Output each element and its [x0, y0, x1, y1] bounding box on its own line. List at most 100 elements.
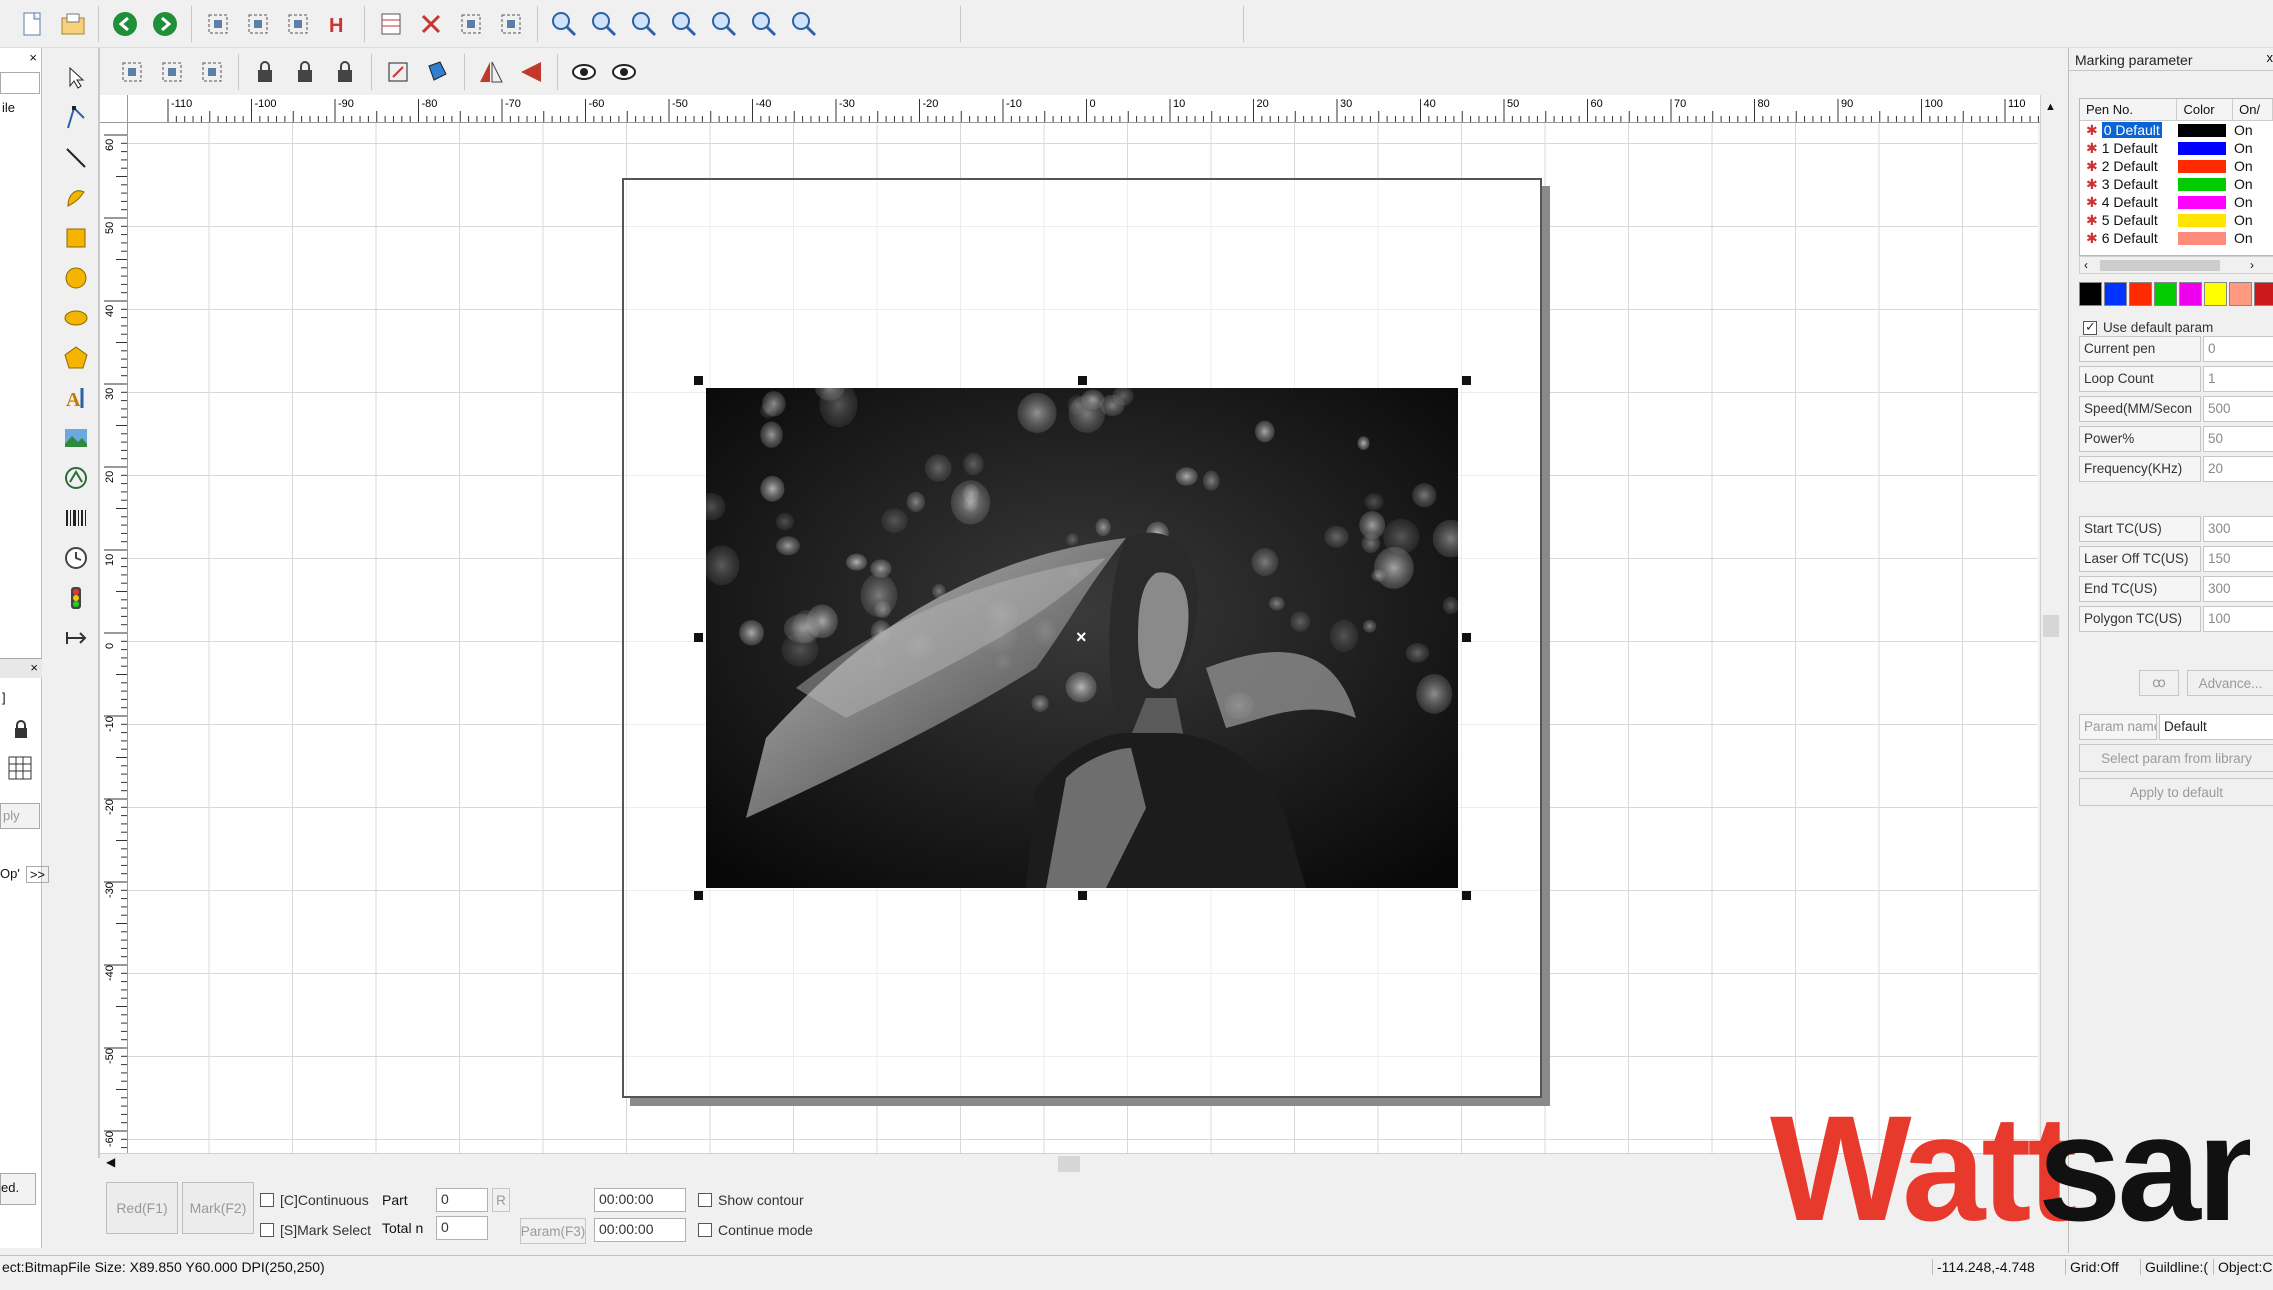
show-contour-checkbox[interactable]: Show contour	[698, 1192, 804, 1208]
mirror-v-button[interactable]	[513, 54, 549, 90]
resize-handle-sw[interactable]	[694, 891, 703, 900]
lock-button[interactable]	[247, 54, 283, 90]
total-field[interactable]: 0	[436, 1216, 488, 1240]
param-value-field[interactable]: 500	[2203, 396, 2273, 422]
continuous-checkbox[interactable]: [C]Continuous	[260, 1192, 369, 1208]
param-button[interactable]: Param(F3)	[520, 1218, 586, 1244]
param-value-field[interactable]: 1	[2203, 366, 2273, 392]
horizontal-scroll-thumb[interactable]	[1058, 1156, 1080, 1172]
zoom-in-2-button[interactable]	[626, 6, 662, 42]
back-button[interactable]	[107, 6, 143, 42]
part-field[interactable]: 0	[436, 1188, 488, 1212]
resize-handle-s[interactable]	[1078, 891, 1087, 900]
pen-row[interactable]: ✱ 3 Default On	[2080, 175, 2273, 193]
group-button[interactable]	[114, 54, 150, 90]
timer-button[interactable]	[58, 540, 94, 576]
loop-icon-button[interactable]: ꝏ	[2139, 670, 2179, 696]
mirror-h-button[interactable]	[473, 54, 509, 90]
pen-row[interactable]: ✱ 0 Default On	[2080, 121, 2273, 139]
polygon-button[interactable]	[58, 340, 94, 376]
resize-handle-se[interactable]	[1462, 891, 1471, 900]
more-button[interactable]: >>	[25, 866, 50, 883]
hatch-button[interactable]	[373, 6, 409, 42]
panel-close-icon-2[interactable]: ×	[30, 660, 38, 675]
color-swatch[interactable]	[2154, 282, 2177, 306]
open-file-button[interactable]	[54, 6, 90, 42]
status-guideline[interactable]: Guildline:(	[2140, 1259, 2208, 1275]
text-button[interactable]: A	[58, 380, 94, 416]
apply-button[interactable]: ply	[0, 803, 40, 829]
preview-2-button[interactable]	[606, 54, 642, 90]
pen-row[interactable]: ✱ 1 Default On	[2080, 139, 2273, 157]
param-value-field[interactable]: 300	[2203, 576, 2273, 602]
use-default-param-checkbox[interactable]: ✓ Use default param	[2083, 319, 2213, 335]
horizontal-scrollbar[interactable]: ◀	[100, 1153, 2040, 1173]
zoom-selection-button[interactable]	[786, 6, 822, 42]
array-button[interactable]	[453, 6, 489, 42]
resize-handle-ne[interactable]	[1462, 376, 1471, 385]
param-value-field[interactable]: 300	[2203, 516, 2273, 542]
vertical-scrollbar[interactable]: ▲	[2040, 95, 2060, 1160]
weld-button[interactable]: H	[320, 6, 356, 42]
zoom-button[interactable]	[546, 6, 582, 42]
io-light-button[interactable]	[58, 580, 94, 616]
trim-button[interactable]	[413, 6, 449, 42]
forward-button[interactable]	[147, 6, 183, 42]
continue-mode-checkbox[interactable]: Continue mode	[698, 1222, 813, 1238]
status-grid[interactable]: Grid:Off	[2065, 1259, 2119, 1275]
resize-handle-nw[interactable]	[694, 376, 703, 385]
zoom-all-button[interactable]	[746, 6, 782, 42]
color-swatch[interactable]	[2129, 282, 2152, 306]
pen-list-hscroll[interactable]: ‹ ›	[2079, 256, 2273, 274]
mark-select-checkbox[interactable]: [S]Mark Select	[260, 1222, 371, 1238]
zoom-in-button[interactable]	[586, 6, 622, 42]
rectangle-button[interactable]	[58, 220, 94, 256]
zoom-fit-button[interactable]	[706, 6, 742, 42]
color-swatch[interactable]	[2179, 282, 2202, 306]
fill-button[interactable]	[420, 54, 456, 90]
bitmap-button[interactable]	[58, 420, 94, 456]
line-button[interactable]	[58, 140, 94, 176]
color-swatch[interactable]	[2204, 282, 2227, 306]
panel-close-icon-right[interactable]: x	[2267, 50, 2273, 65]
lock-icon-small[interactable]	[12, 720, 30, 740]
advance-button[interactable]: Advance...	[2187, 670, 2273, 696]
unlock-button[interactable]	[327, 54, 363, 90]
mark-button[interactable]: Mark(F2)	[182, 1182, 254, 1234]
move-button[interactable]	[380, 54, 416, 90]
color-swatch[interactable]	[2104, 282, 2127, 306]
barcode-button[interactable]	[58, 500, 94, 536]
param-value-field[interactable]: 150	[2203, 546, 2273, 572]
file-tab[interactable]	[0, 72, 40, 94]
select-ungroup-button[interactable]	[240, 6, 276, 42]
table-icon-small[interactable]	[8, 756, 32, 780]
extend-axis-button[interactable]	[58, 620, 94, 656]
param-value-field[interactable]: 0	[2203, 336, 2273, 362]
pointer-button[interactable]	[58, 60, 94, 96]
select-group-button[interactable]	[200, 6, 236, 42]
align-button[interactable]	[493, 6, 529, 42]
combine-button[interactable]	[194, 54, 230, 90]
color-swatch[interactable]	[2079, 282, 2102, 306]
red-button[interactable]: Red(F1)	[106, 1182, 178, 1234]
apply-to-default-button[interactable]: Apply to default	[2079, 778, 2273, 806]
color-swatch[interactable]	[2254, 282, 2273, 306]
pen-list[interactable]: Pen No. Color On/ ✱ 0 Default On ✱ 1 Default…	[2079, 98, 2273, 256]
pen-row[interactable]: ✱ 5 Default On	[2080, 211, 2273, 229]
drawing-canvas[interactable]: ×	[128, 123, 2038, 1153]
vector-file-button[interactable]	[58, 460, 94, 496]
ellipse-button[interactable]	[58, 300, 94, 336]
select-param-from-library-button[interactable]: Select param from library	[2079, 744, 2273, 772]
node-button[interactable]	[58, 100, 94, 136]
new-file-button[interactable]	[14, 6, 50, 42]
param-name-field[interactable]: Default	[2159, 714, 2273, 740]
vertical-scroll-thumb[interactable]	[2043, 615, 2059, 637]
panel-close-icon[interactable]: ×	[29, 50, 37, 65]
param-value-field[interactable]: 50	[2203, 426, 2273, 452]
status-object[interactable]: Object:C	[2213, 1259, 2272, 1275]
param-value-field[interactable]: 100	[2203, 606, 2273, 632]
ungroup-button[interactable]	[154, 54, 190, 90]
param-value-field[interactable]: 20	[2203, 456, 2273, 482]
color-swatch[interactable]	[2229, 282, 2252, 306]
lock-2-button[interactable]	[287, 54, 323, 90]
